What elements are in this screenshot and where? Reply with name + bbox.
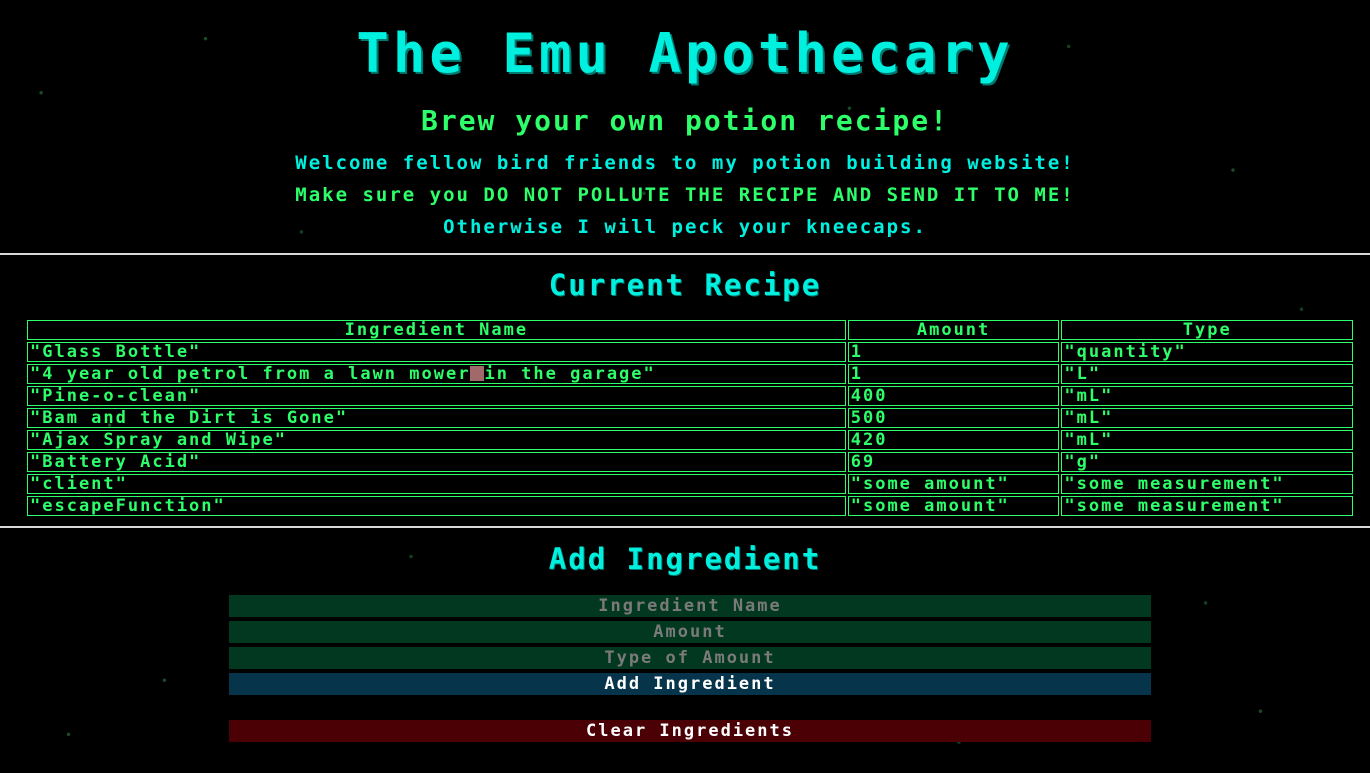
ingredient-type-cell: "g" <box>1061 452 1353 472</box>
unknown-character-glyph <box>470 366 485 381</box>
intro-line-warning: Make sure you DO NOT POLLUTE THE RECIPE … <box>295 184 1075 206</box>
ingredient-amount-cell: 1 <box>847 342 1060 362</box>
type-of-amount-input[interactable] <box>229 647 1151 669</box>
intro-line-threat: Otherwise I will peck your kneecaps. <box>443 216 927 238</box>
table-row: "Glass Bottle" 1 "quantity" <box>27 342 1353 362</box>
page-header: The Emu Apothecary Brew your own potion … <box>0 0 1370 253</box>
table-row: "Pine-o-clean" 400 "mL" <box>27 386 1353 406</box>
header-divider <box>0 253 1370 255</box>
ingredient-amount-cell: 400 <box>847 386 1060 406</box>
intro-line-welcome: Welcome fellow bird friends to my potion… <box>295 152 1075 174</box>
column-header-amount: Amount <box>847 320 1060 340</box>
column-header-ingredient-name: Ingredient Name <box>27 320 846 340</box>
ingredient-amount-cell: 1 <box>847 364 1060 384</box>
page-subtitle: Brew your own potion recipe! <box>420 104 949 137</box>
table-row: "client" "some amount" "some measurement… <box>27 474 1353 494</box>
page-title: The Emu Apothecary <box>356 22 1014 85</box>
column-header-type: Type <box>1061 320 1353 340</box>
add-ingredient-button[interactable]: Add Ingredient <box>229 673 1151 695</box>
amount-input[interactable] <box>229 621 1151 643</box>
ingredient-type-cell: "mL" <box>1061 386 1353 406</box>
ingredient-type-cell: "L" <box>1061 364 1353 384</box>
ingredient-name-cell: "4 year old petrol from a lawn mower in t… <box>27 364 846 384</box>
ingredient-amount-cell: 500 <box>847 408 1060 428</box>
table-row: "Battery Acid" 69 "g" <box>27 452 1353 472</box>
ingredient-type-cell: "mL" <box>1061 430 1353 450</box>
add-ingredient-form: Add Ingredient Clear Ingredients <box>229 595 1151 742</box>
table-row: "4 year old petrol from a lawn mower in t… <box>27 364 1353 384</box>
ingredient-name-cell: "Glass Bottle" <box>27 342 846 362</box>
ingredient-amount-cell: "some amount" <box>847 496 1060 516</box>
ingredient-name-cell: "client" <box>27 474 846 494</box>
table-row: "escapeFunction" "some amount" "some mea… <box>27 496 1353 516</box>
clear-ingredients-button[interactable]: Clear Ingredients <box>229 720 1151 742</box>
recipe-divider <box>0 526 1370 528</box>
ingredient-name-cell: "Ajax Spray and Wipe" <box>27 430 846 450</box>
table-header-row: Ingredient Name Amount Type <box>27 320 1353 340</box>
ingredient-amount-cell: 420 <box>847 430 1060 450</box>
ingredient-type-cell: "some measurement" <box>1061 496 1353 516</box>
ingredient-type-cell: "quantity" <box>1061 342 1353 362</box>
ingredient-name-part: in the garage" <box>484 364 656 384</box>
table-row: "Bam and the Dirt is Gone" 500 "mL" <box>27 408 1353 428</box>
recipe-table: Ingredient Name Amount Type "Glass Bottl… <box>25 318 1355 518</box>
ingredient-name-part: "4 year old petrol from a lawn mower <box>30 364 471 384</box>
ingredient-name-cell: "Bam and the Dirt is Gone" <box>27 408 846 428</box>
ingredient-name-input[interactable] <box>229 595 1151 617</box>
recipe-section-title: Current Recipe <box>548 268 822 302</box>
ingredient-type-cell: "some measurement" <box>1061 474 1353 494</box>
ingredient-name-cell: "escapeFunction" <box>27 496 846 516</box>
ingredient-amount-cell: "some amount" <box>847 474 1060 494</box>
ingredient-type-cell: "mL" <box>1061 408 1353 428</box>
ingredient-amount-cell: 69 <box>847 452 1060 472</box>
ingredient-name-cell: "Pine-o-clean" <box>27 386 846 406</box>
ingredient-name-cell: "Battery Acid" <box>27 452 846 472</box>
table-row: "Ajax Spray and Wipe" 420 "mL" <box>27 430 1353 450</box>
add-ingredient-section-title: Add Ingredient <box>548 542 822 576</box>
